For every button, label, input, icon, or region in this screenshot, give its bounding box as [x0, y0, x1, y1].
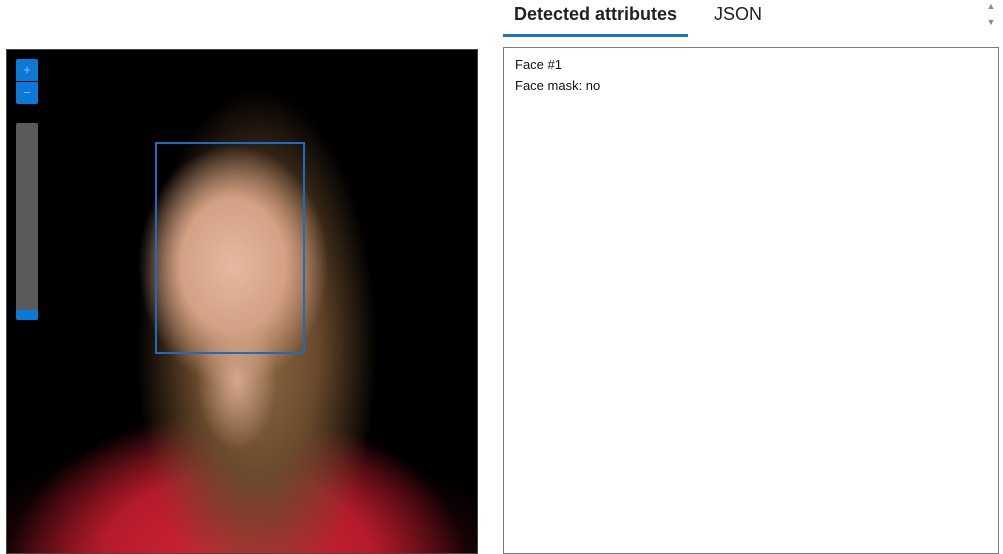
scroll-down-arrow-icon[interactable]: ▼: [985, 17, 997, 27]
zoom-slider-fill: [16, 310, 38, 320]
face-detection-page: + − Detected attributes JSON ▲ ▼ Face #1…: [0, 0, 1003, 554]
face-bounding-box: [155, 142, 305, 354]
tab-detected-attributes[interactable]: Detected attributes: [503, 0, 689, 37]
face-mask-attribute: Face mask: no: [515, 78, 601, 93]
image-viewer[interactable]: + −: [6, 49, 478, 554]
result-tabs: Detected attributes JSON: [503, 0, 773, 40]
zoom-out-button[interactable]: −: [16, 82, 38, 104]
scroll-up-arrow-icon[interactable]: ▲: [985, 1, 997, 11]
zoom-slider[interactable]: [16, 123, 38, 320]
tab-json[interactable]: JSON: [703, 0, 773, 34]
face-heading: Face #1: [515, 57, 562, 72]
zoom-in-button[interactable]: +: [16, 59, 38, 81]
attributes-panel: Face #1 Face mask: no: [503, 47, 999, 554]
